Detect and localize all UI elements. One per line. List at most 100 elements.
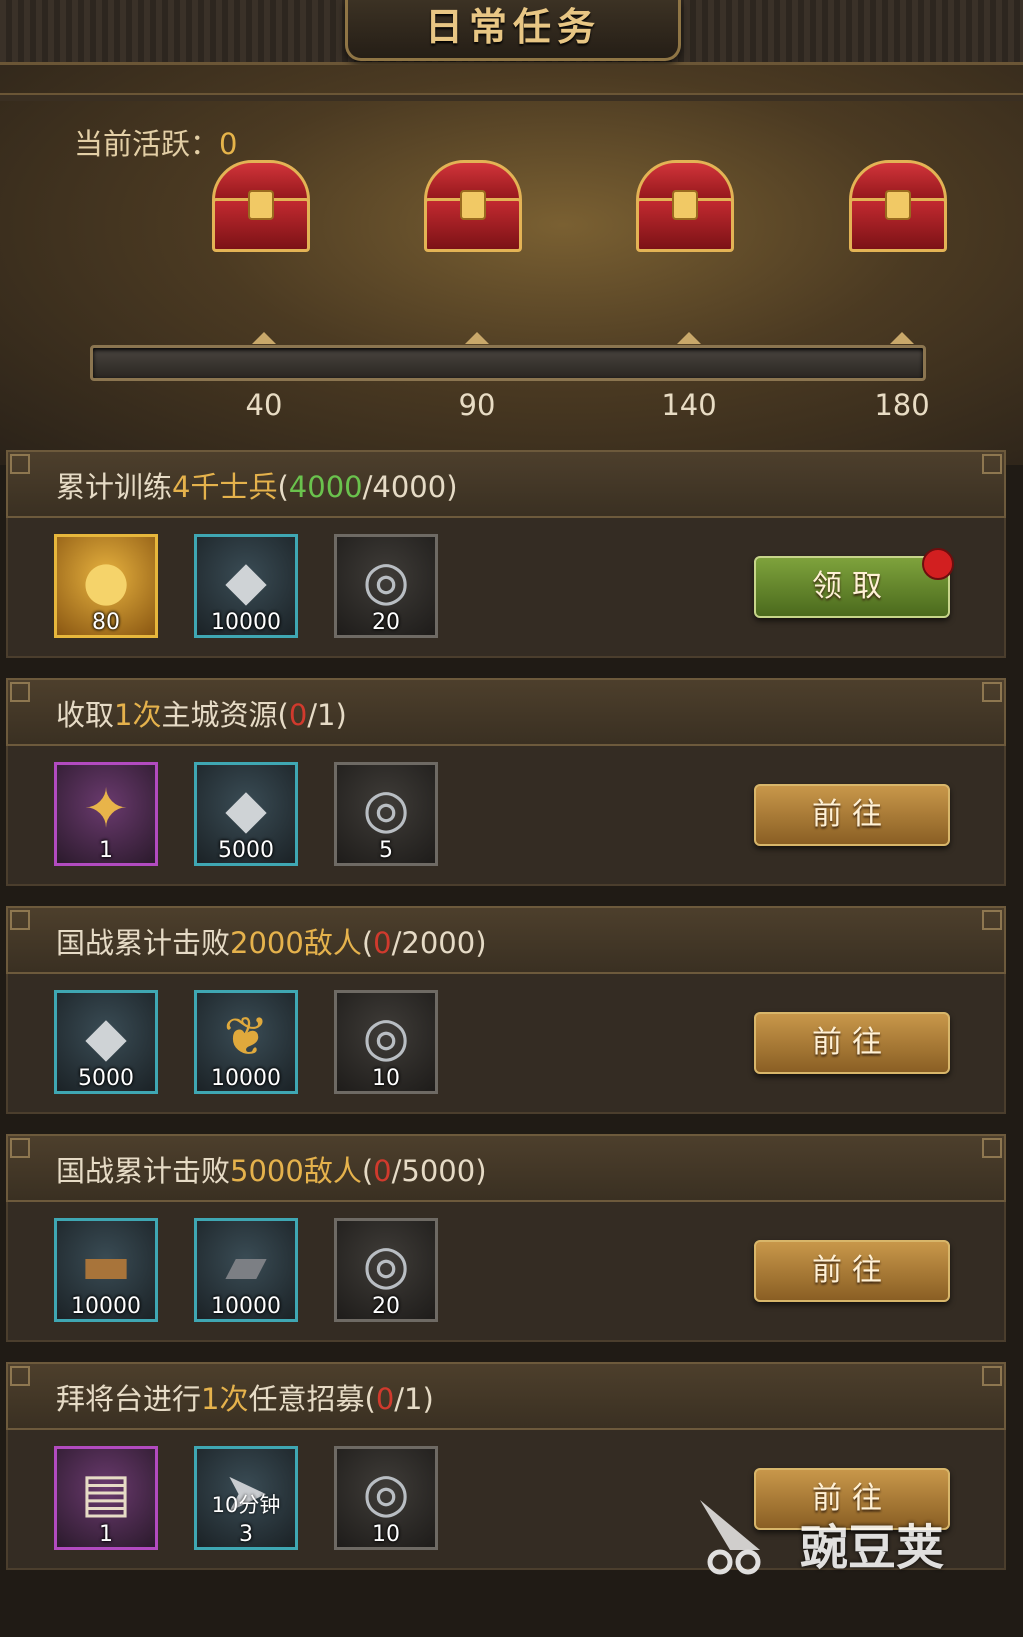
- task-title-paren-close: ): [446, 470, 458, 504]
- silver-coin-icon: ◆: [225, 777, 267, 840]
- task-card: 国战累计击败5000敌人(0/5000) ▬ 10000 ▰ 10000 ◎ 20 前往: [6, 1134, 1006, 1352]
- reward-item[interactable]: ▬ 10000: [54, 1218, 158, 1322]
- reward-item[interactable]: ▰ 10000: [194, 1218, 298, 1322]
- milestone-marker-2: [465, 332, 489, 344]
- reward-item[interactable]: ◎ 10: [334, 1446, 438, 1550]
- task-title-paren-open: (: [361, 926, 374, 960]
- milestone-label-2: 90: [458, 388, 496, 422]
- dragon-coin-icon: ◎: [362, 777, 410, 840]
- reward-sublabel: 10分钟: [211, 1493, 281, 1517]
- reward-count: 10000: [211, 1066, 281, 1091]
- corner-ornament-icon: [982, 1366, 1002, 1386]
- milestone-label-3: 140: [661, 388, 717, 422]
- corner-ornament-icon: [10, 454, 30, 474]
- hero-frame-line: [0, 93, 1023, 101]
- reward-count: 80: [92, 610, 120, 635]
- reward-item[interactable]: ◆ 5000: [194, 762, 298, 866]
- task-title-title-post: 主城资源: [161, 698, 278, 732]
- reward-item[interactable]: ◆ 10000: [194, 534, 298, 638]
- dragon-coin-icon: ◎: [362, 1005, 410, 1068]
- reward-item[interactable]: ➤ 10分钟 3: [194, 1446, 298, 1550]
- task-title: 国战累计击败2000敌人(0/2000): [56, 920, 487, 962]
- reward-item[interactable]: ◎ 5: [334, 762, 438, 866]
- corner-ornament-icon: [10, 910, 30, 930]
- milestone-label-1: 40: [245, 388, 283, 422]
- task-header: 国战累计击败2000敌人(0/2000): [6, 906, 1006, 974]
- reward-item[interactable]: ▤ 1: [54, 1446, 158, 1550]
- corner-ornament-icon: [982, 1138, 1002, 1158]
- task-title-paren-close: ): [475, 926, 487, 960]
- chest-lock-icon: [672, 190, 698, 220]
- task-header: 拜将台进行1次任意招募(0/1): [6, 1362, 1006, 1430]
- reward-count: 1: [99, 838, 113, 863]
- task-title-progress-max: 1: [404, 1382, 423, 1416]
- task-title-progress-max: 4000: [372, 470, 447, 504]
- scroll-icon: ▤: [80, 1461, 132, 1524]
- go-button[interactable]: 前往: [754, 1012, 950, 1074]
- corner-ornament-icon: [982, 910, 1002, 930]
- task-title-title-pre: 国战累计击败: [56, 926, 231, 960]
- reward-item[interactable]: ● 80: [54, 534, 158, 638]
- reward-count: 10: [372, 1522, 400, 1547]
- task-title-progress-cur: 0: [373, 926, 392, 960]
- task-title-title-hl: 2000敌人: [230, 926, 362, 960]
- task-title-title-hl: 4千士兵: [172, 470, 278, 504]
- notification-dot-icon: [922, 548, 954, 580]
- watermark-text: 豌豆荚: [800, 1520, 945, 1576]
- reward-item[interactable]: ◎ 10: [334, 990, 438, 1094]
- task-header: 国战累计击败5000敌人(0/5000): [6, 1134, 1006, 1202]
- task-title-title-hl: 1次: [201, 1382, 249, 1416]
- task-title-progress-max: 2000: [401, 926, 476, 960]
- reward-item[interactable]: ✦ 1: [54, 762, 158, 866]
- go-button[interactable]: 前往: [754, 784, 950, 846]
- reward-chest-3[interactable]: [632, 160, 734, 252]
- dragon-coin-icon: ◎: [362, 1461, 410, 1524]
- task-title-title-pre: 国战累计击败: [56, 1154, 231, 1188]
- corner-ornament-icon: [10, 682, 30, 702]
- title-plate: 日常任务: [345, 0, 681, 61]
- task-title: 拜将台进行1次任意招募(0/1): [56, 1376, 434, 1418]
- task-title-progress-cur: 0: [375, 1382, 395, 1416]
- task-header: 累计训练4千士兵(4000/4000): [6, 450, 1006, 518]
- task-title-progress-cur: 0: [288, 698, 308, 732]
- reward-item[interactable]: ◆ 5000: [54, 990, 158, 1094]
- corner-ornament-icon: [982, 682, 1002, 702]
- task-title: 累计训练4千士兵(4000/4000): [56, 464, 458, 506]
- milestone-marker-4: [890, 332, 914, 344]
- activity-label: 当前活跃：: [74, 127, 220, 161]
- harvest-wheat-icon: ✦: [83, 777, 129, 840]
- gold-ingot-icon: ●: [82, 549, 130, 612]
- task-title-paren-close: ): [422, 1382, 434, 1416]
- task-title-progress-sep: /: [307, 698, 318, 732]
- task-title-progress-cur: 4000: [288, 470, 363, 504]
- reward-count: 5: [379, 838, 393, 863]
- reward-item[interactable]: ❦ 10000: [194, 990, 298, 1094]
- reward-item[interactable]: ◎ 20: [334, 534, 438, 638]
- reward-count: 20: [372, 610, 400, 635]
- dragon-coin-icon: ◎: [362, 549, 410, 612]
- reward-chest-2[interactable]: [420, 160, 522, 252]
- silver-coin-icon: ◆: [225, 549, 267, 612]
- reward-count: 10000: [71, 1294, 141, 1319]
- reward-count: 5000: [218, 838, 274, 863]
- reward-count: 3: [239, 1522, 253, 1547]
- go-button[interactable]: 前往: [754, 1240, 950, 1302]
- claim-button[interactable]: 领取: [754, 548, 954, 618]
- task-card: 国战累计击败2000敌人(0/2000) ◆ 5000 ❦ 10000 ◎ 10 前往: [6, 906, 1006, 1124]
- reward-count: 5000: [78, 1066, 134, 1091]
- reward-item[interactable]: ◎ 20: [334, 1218, 438, 1322]
- reward-chest-4[interactable]: [845, 160, 947, 252]
- button-label: 领取: [812, 569, 892, 604]
- task-rewards: ● 80 ◆ 10000 ◎ 20 领取: [6, 518, 1006, 658]
- task-title-title-pre: 累计训练: [56, 470, 173, 504]
- task-card: 累计训练4千士兵(4000/4000) ● 80 ◆ 10000 ◎ 20 领取: [6, 450, 1006, 668]
- chest-lock-icon: [248, 190, 274, 220]
- corner-ornament-icon: [982, 454, 1002, 474]
- watermark: 豌豆荚: [690, 1490, 990, 1580]
- chest-lock-icon: [885, 190, 911, 220]
- wood-log-icon: ▬: [80, 1233, 132, 1296]
- button-label: 前往: [812, 1253, 892, 1288]
- current-activity: 当前活跃：0: [74, 121, 237, 163]
- task-title-progress-max: 5000: [401, 1154, 476, 1188]
- reward-chest-1[interactable]: [208, 160, 310, 252]
